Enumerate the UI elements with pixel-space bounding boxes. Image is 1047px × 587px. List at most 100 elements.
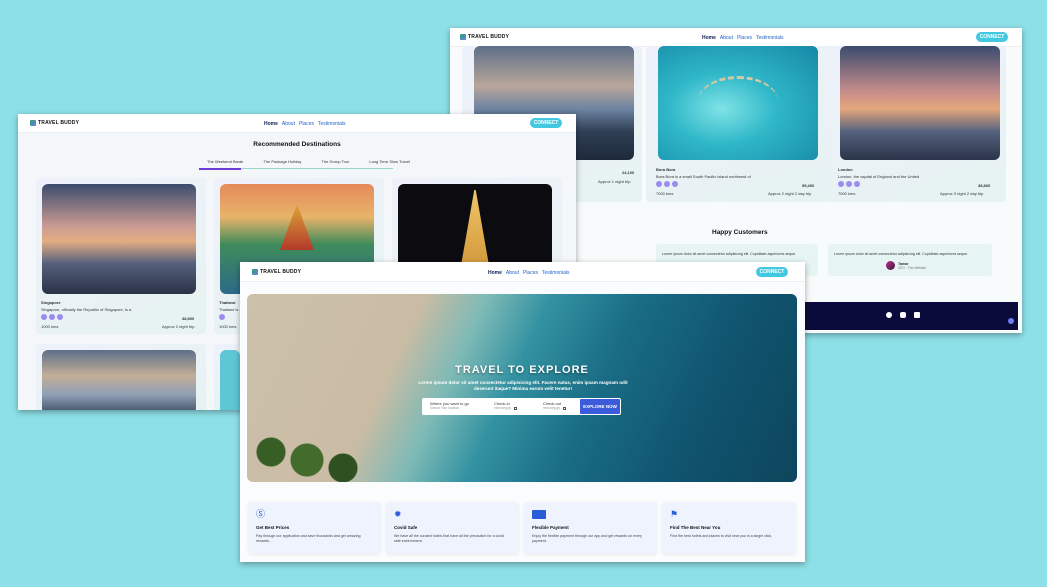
card-name: London — [838, 167, 853, 172]
logo-icon — [30, 120, 36, 126]
testimonial-text: Lorem ipsum dolor sit amet consectetur a… — [834, 252, 969, 256]
where-field[interactable]: Where you want to go Search Your locatio… — [430, 401, 469, 410]
calendar-icon[interactable] — [563, 406, 567, 410]
checkin-field[interactable]: Check-in mm/dd/yyyy — [494, 401, 518, 410]
destination-card[interactable]: London London, the capital of England an… — [828, 46, 1006, 202]
connect-button[interactable]: CONNECT — [756, 267, 788, 277]
card-duration: Approx 3 night 2 day trip — [940, 191, 984, 196]
feature-icon — [656, 181, 662, 187]
checkout-input[interactable]: mm/dd/yyyy — [543, 406, 560, 410]
hero-image: TRAVEL TO EXPLORE Lorem ipsum dolor sit … — [247, 294, 797, 482]
feature-icon — [57, 314, 63, 320]
price-tag-icon: Ⓢ — [256, 509, 266, 519]
location-pin-icon: ⚑ — [670, 509, 679, 519]
card-distance: 7000 kms — [656, 191, 674, 196]
nav-about[interactable]: About — [282, 121, 295, 127]
feature-title: Get Best Prices — [256, 525, 290, 530]
nav-places[interactable]: Places — [299, 121, 314, 127]
nav-about[interactable]: About — [506, 270, 519, 276]
card-price: 38,800 — [182, 316, 195, 321]
feature-card: ✹ Covid Safe We have all the curated hot… — [386, 502, 519, 554]
nav-links: Home About Places Testimonials — [702, 35, 788, 41]
card-name: Thailand — [219, 300, 236, 305]
destination-card[interactable]: Singapore Singapore, officially the Repu… — [36, 178, 206, 334]
avatar — [886, 261, 895, 270]
feature-title: Flexible Payment — [532, 525, 569, 530]
tab-weekend-break[interactable]: The Weekend Break — [207, 159, 243, 164]
nav-testimonials[interactable]: Testimonials — [542, 270, 570, 276]
tab-group-tour[interactable]: The Group Tour — [321, 159, 349, 164]
linkedin-icon[interactable] — [914, 312, 920, 318]
nav-places[interactable]: Places — [523, 270, 538, 276]
card-duration: Approx 2 night 2 day trip — [768, 191, 812, 196]
brand[interactable]: TRAVEL BUDDY — [460, 34, 509, 40]
card-duration: Approx 2 night trip — [162, 324, 195, 329]
connect-button[interactable]: CONNECT — [976, 32, 1008, 42]
hero-subtitle: Lorem ipsum dolor sit amet consectetur a… — [418, 380, 628, 391]
brand[interactable]: TRAVEL BUDDY — [30, 120, 79, 126]
nav-home[interactable]: Home — [488, 270, 502, 276]
tab-slow-travel[interactable]: Long Term Slow Travel — [369, 159, 410, 164]
card-duration: Approx 1 night trip — [598, 179, 631, 184]
logo-icon — [460, 34, 466, 40]
testimonial-text: Lorem ipsum dolor sit amet consectetur a… — [662, 252, 797, 256]
singapore-skyline-image — [840, 46, 1000, 160]
nav-home[interactable]: Home — [264, 121, 278, 127]
card-distance: 1000 kms — [219, 324, 237, 329]
feature-desc: We have all the curated hotels that have… — [394, 534, 505, 543]
card-name: Singapore — [41, 300, 61, 305]
feature-title: Covid Safe — [394, 525, 418, 530]
nav-about[interactable]: About — [720, 35, 733, 41]
connect-button[interactable]: CONNECT — [530, 118, 562, 128]
checkout-field[interactable]: Check-out mm/dd/yyyy — [543, 401, 567, 410]
front-window: TRAVEL BUDDY Home About Places Testimoni… — [240, 262, 805, 562]
mountain-lake-image — [42, 350, 196, 410]
card-distance: 7000 kms — [838, 191, 856, 196]
logo-icon — [252, 269, 258, 275]
section-title: Recommended Destinations — [253, 141, 341, 148]
hero-title: TRAVEL TO EXPLORE — [455, 364, 589, 376]
feature-icon — [49, 314, 55, 320]
nav-testimonials[interactable]: Testimonials — [756, 35, 784, 41]
singapore-image — [42, 184, 196, 294]
destination-card[interactable] — [36, 344, 206, 410]
explore-now-button[interactable]: EXPLORE NOW — [580, 399, 620, 414]
destination-card[interactable]: Bora Bora Bora Bora is a small South Pac… — [646, 46, 832, 202]
card-name: Bora Bora — [656, 167, 676, 172]
feature-icon — [219, 314, 225, 320]
card-desc: Bora Bora is a small South Pacific islan… — [656, 174, 751, 179]
brand-text: TRAVEL BUDDY — [260, 269, 302, 275]
feature-card: Ⓢ Get Best Prices Pay through our applic… — [248, 502, 381, 554]
brand[interactable]: TRAVEL BUDDY — [252, 269, 301, 275]
tab-package-holiday[interactable]: The Package Holiday — [263, 159, 301, 164]
scroll-top-icon[interactable] — [1008, 318, 1014, 324]
testimonial-card: Lorem ipsum dolor sit amet consectetur a… — [828, 244, 992, 276]
checkin-input[interactable]: mm/dd/yyyy — [494, 406, 511, 410]
where-input[interactable]: Search Your location — [430, 406, 469, 410]
nav-bar: TRAVEL BUDDY Home About Places Testimoni… — [450, 28, 1022, 47]
nav-links: Home About Places Testimonials — [264, 121, 350, 127]
card-price: 24,100 — [622, 170, 635, 175]
credit-card-icon — [532, 510, 546, 519]
author-role: CEO · This Website — [898, 265, 927, 270]
feature-icon — [664, 181, 670, 187]
card-desc: Singapore, officially the Republic of Si… — [41, 307, 132, 312]
feature-title: Find The Best Near You — [670, 525, 721, 530]
feature-icon — [838, 181, 844, 187]
instagram-icon[interactable] — [900, 312, 906, 318]
destination-card[interactable] — [214, 344, 240, 410]
feature-icon — [672, 181, 678, 187]
card-desc: Thailand is — [219, 307, 239, 312]
card-desc: London, the capital of England and the U… — [838, 174, 920, 179]
nav-bar: TRAVEL BUDDY Home About Places Testimoni… — [240, 262, 805, 282]
feature-icon — [854, 181, 860, 187]
facebook-icon[interactable] — [886, 312, 892, 318]
nav-places[interactable]: Places — [737, 35, 752, 41]
nav-home[interactable]: Home — [702, 35, 716, 41]
brand-text: TRAVEL BUDDY — [468, 34, 510, 40]
happy-customers-title: Happy Customers — [712, 229, 768, 236]
card-distance: 1000 kms — [41, 324, 59, 329]
calendar-icon[interactable] — [514, 406, 518, 410]
nav-links: Home About Places Testimonials — [488, 270, 574, 276]
nav-testimonials[interactable]: Testimonials — [318, 121, 346, 127]
